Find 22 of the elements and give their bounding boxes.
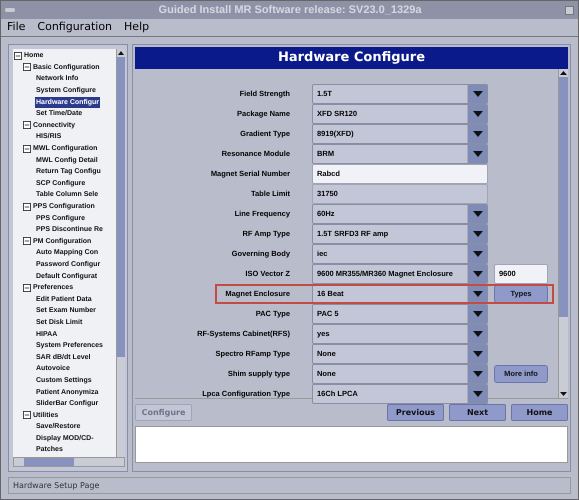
collapse-icon[interactable] (23, 411, 31, 420)
vertical-scrollbar[interactable] (116, 49, 125, 457)
nav-button[interactable]: Next (449, 404, 506, 421)
menu-item[interactable]: File (7, 19, 26, 36)
collapse-icon[interactable] (23, 121, 31, 130)
panel-header: Hardware Configure (135, 47, 568, 69)
status-bar: Hardware Setup Page (8, 477, 571, 494)
menu-item[interactable]: Configuration (37, 19, 112, 36)
maximize-icon[interactable] (565, 6, 574, 14)
nav-button[interactable]: Previous (387, 404, 444, 421)
vertical-scrollbar[interactable] (558, 69, 568, 398)
menu-item[interactable]: Help (124, 19, 150, 36)
scroll-down-icon[interactable] (559, 390, 568, 398)
collapse-icon[interactable] (14, 52, 22, 60)
collapse-icon[interactable] (23, 237, 31, 246)
collapse-icon[interactable] (23, 144, 31, 153)
collapse-icon[interactable] (23, 63, 31, 72)
horizontal-scrollbar[interactable] (13, 457, 125, 467)
collapse-icon[interactable] (23, 284, 31, 292)
window-title: Guided Install MR Software release: SV23.0_1329a (158, 2, 422, 18)
nav-button[interactable]: Home (511, 404, 568, 421)
collapse-icon[interactable] (23, 202, 31, 211)
